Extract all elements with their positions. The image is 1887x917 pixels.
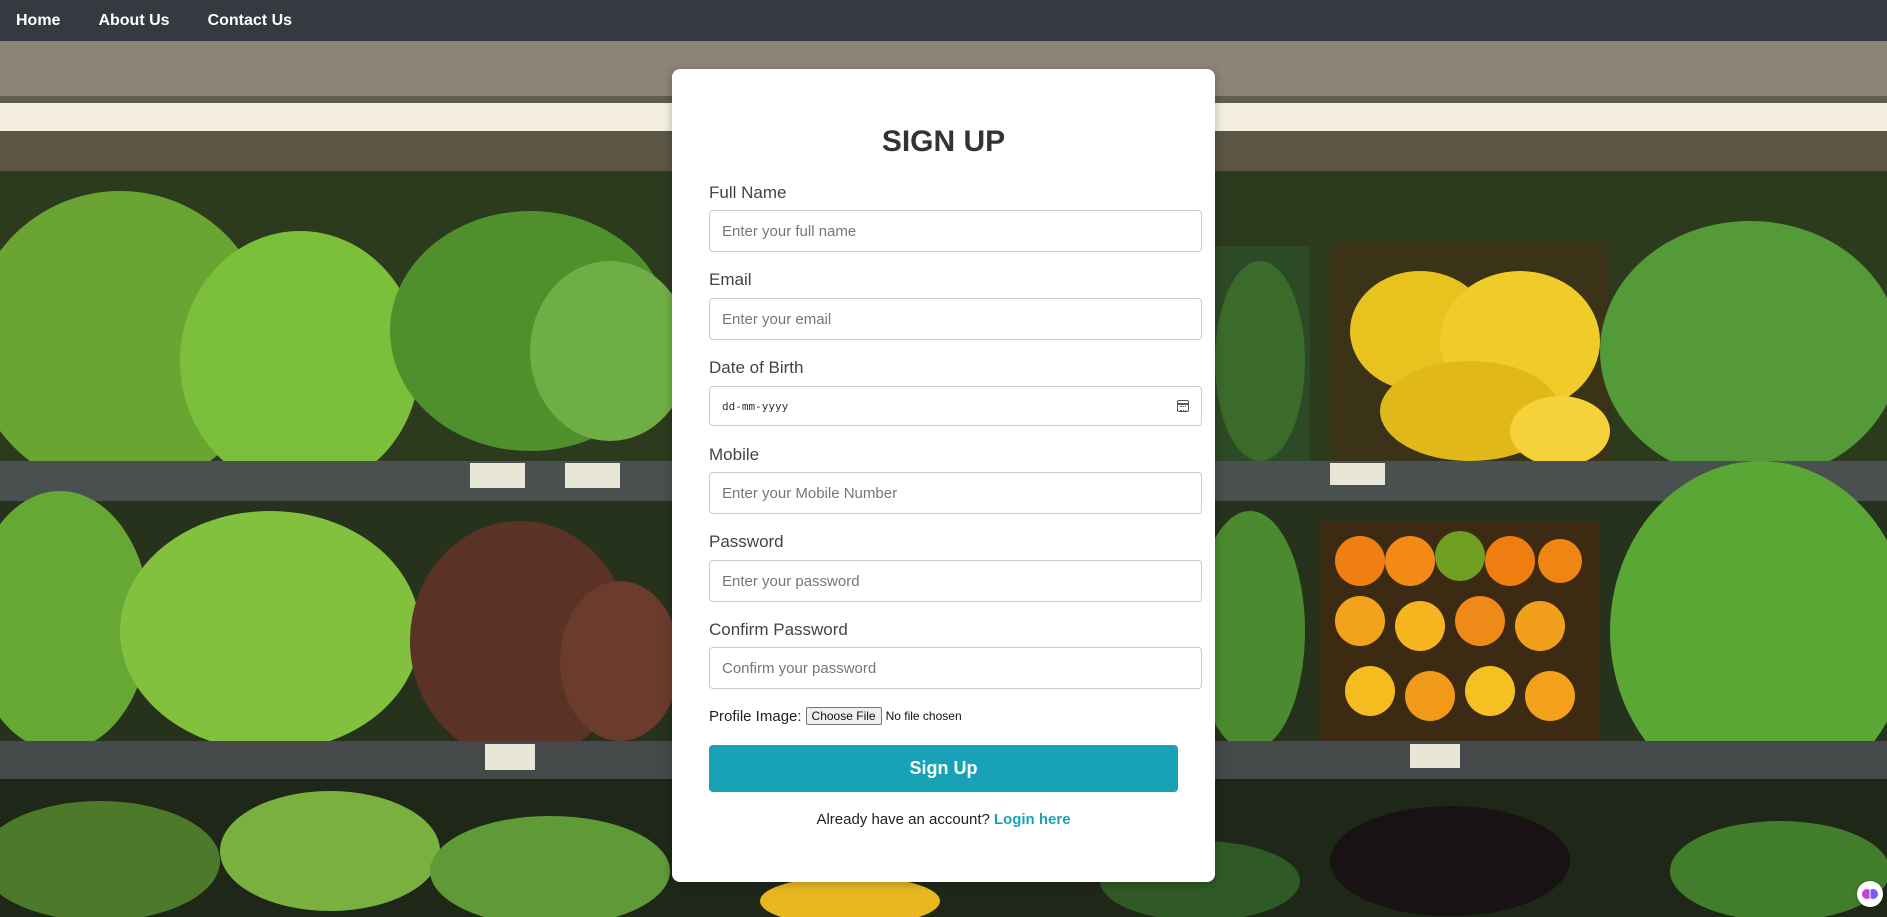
login-link[interactable]: Login here bbox=[994, 811, 1071, 828]
calendar-icon[interactable] bbox=[1177, 400, 1189, 412]
email-input[interactable] bbox=[709, 298, 1202, 340]
top-navbar: Home About Us Contact Us bbox=[0, 0, 1887, 41]
dob-input[interactable]: dd-mm-yyyy bbox=[709, 386, 1202, 426]
confirm-password-label: Confirm Password bbox=[709, 620, 848, 639]
full-name-label: Full Name bbox=[709, 183, 787, 202]
dob-label: Date of Birth bbox=[709, 358, 804, 377]
nav-contact-link[interactable]: Contact Us bbox=[208, 12, 292, 30]
confirm-password-input[interactable] bbox=[709, 647, 1202, 689]
mobile-input[interactable] bbox=[709, 472, 1202, 514]
login-prompt: Already have an account? Login here bbox=[672, 811, 1215, 828]
email-label: Email bbox=[709, 270, 752, 289]
brain-extension-icon[interactable] bbox=[1857, 881, 1883, 907]
password-label: Password bbox=[709, 532, 784, 551]
nav-about-link[interactable]: About Us bbox=[98, 12, 169, 30]
mobile-label: Mobile bbox=[709, 445, 760, 464]
choose-file-button[interactable]: Choose File bbox=[805, 707, 882, 725]
login-prompt-text: Already have an account? bbox=[816, 811, 990, 828]
profile-image-label: Profile Image: bbox=[709, 707, 802, 725]
signup-title: SIGN UP bbox=[881, 125, 1006, 158]
password-input[interactable] bbox=[709, 560, 1202, 602]
file-status-text: No file chosen bbox=[885, 709, 962, 723]
nav-home-link[interactable]: Home bbox=[16, 12, 60, 30]
signup-button[interactable]: Sign Up bbox=[709, 745, 1178, 792]
profile-image-row: Profile Image: Choose File No file chose… bbox=[709, 707, 962, 725]
signup-form-card: SIGN UP Full Name Email Date of Birth dd… bbox=[672, 69, 1215, 882]
full-name-input[interactable] bbox=[709, 210, 1202, 252]
dob-format-text: dd-mm-yyyy bbox=[722, 399, 789, 413]
